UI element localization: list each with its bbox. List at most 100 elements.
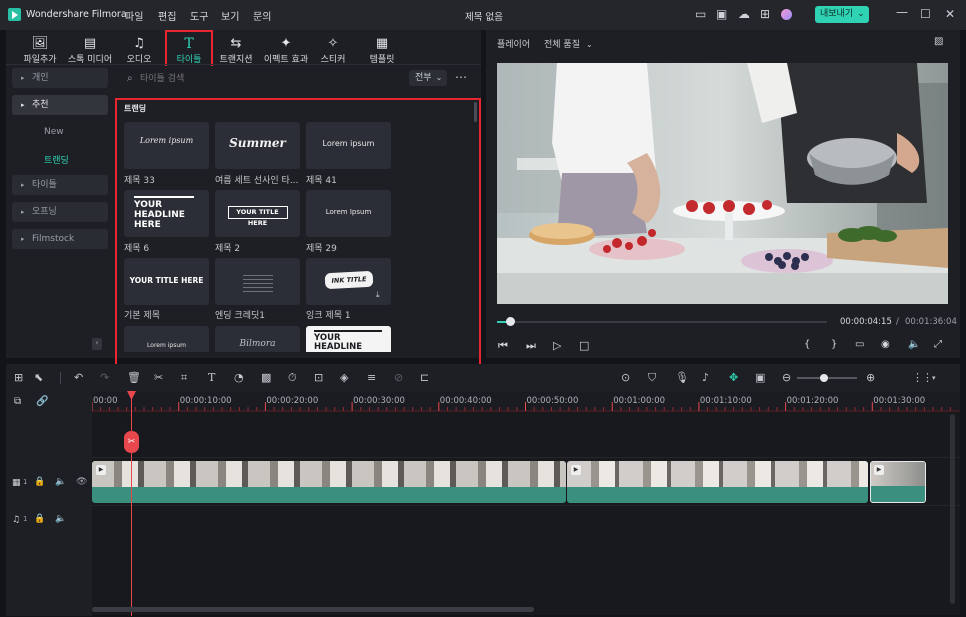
add-track-icon[interactable]: ⧉	[14, 396, 21, 407]
save-icon[interactable]: ▣	[716, 7, 727, 21]
text-icon[interactable]: T	[208, 371, 215, 384]
link-icon[interactable]: 🔗	[36, 396, 48, 407]
video-clip[interactable]: ▶	[567, 461, 868, 503]
adjust-icon[interactable]: ≡	[367, 371, 376, 384]
audio-mix-icon[interactable]: ♪	[702, 371, 709, 384]
mute-icon[interactable]: 🔈	[55, 477, 66, 487]
thumbnail-label: 제목 29	[306, 244, 337, 254]
eye-icon[interactable]: 👁	[76, 477, 87, 487]
multi-track-icon[interactable]: ⊞	[14, 371, 23, 384]
playback-progress-track[interactable]	[497, 321, 827, 323]
title-thumbnail[interactable]: Lorem Ipsum	[306, 190, 391, 237]
play-icon[interactable]: ▷	[553, 339, 561, 352]
display-icon[interactable]: ▭	[855, 339, 864, 350]
quality-dropdown[interactable]: 전체 품질 ⌄	[544, 37, 593, 50]
video-preview[interactable]	[497, 63, 948, 304]
title-thumbnail[interactable]: Lorem ipsum	[306, 122, 391, 169]
mark-out-icon[interactable]: }	[831, 339, 837, 350]
sidebar-item-opening[interactable]: 오프닝	[12, 202, 108, 222]
thumbnail-label: 여름 세트 선사인 타...	[215, 176, 299, 186]
video-clip-selected[interactable]: ▶	[870, 461, 926, 503]
cut-icon[interactable]: ✂	[154, 371, 163, 384]
sidebar-item-personal[interactable]: 개인	[12, 68, 108, 88]
title-thumbnail[interactable]: YOUR TITLE HERE	[124, 258, 209, 305]
title-thumbnail[interactable]: Lorem ipsum	[124, 122, 209, 169]
sidebar-item-new[interactable]: New	[44, 127, 64, 137]
menu-view[interactable]: 보기	[221, 8, 239, 23]
timer-icon[interactable]: ⏱	[288, 371, 297, 385]
video-track-number: 1	[23, 478, 28, 486]
menu-help[interactable]: 문의	[253, 8, 271, 23]
sidebar-item-trending[interactable]: 트랜딩	[44, 153, 69, 166]
next-frame-icon[interactable]: ⏭	[526, 339, 536, 353]
timeline-playhead[interactable]	[131, 392, 132, 616]
stop-icon[interactable]: □	[579, 339, 589, 352]
auto-icon[interactable]: ▣	[755, 371, 765, 384]
menu-edit[interactable]: 편집	[158, 8, 176, 23]
color-match-icon[interactable]: ▩	[261, 371, 271, 384]
speed-icon[interactable]: ◔	[234, 371, 244, 384]
zoom-slider-handle[interactable]	[820, 374, 828, 382]
layout-icon[interactable]: ▭	[695, 7, 706, 21]
lock-icon[interactable]: 🔒	[34, 477, 45, 487]
render-icon[interactable]: ⊙	[621, 371, 630, 384]
chevron-down-icon: ⌄	[435, 73, 443, 82]
delete-icon[interactable]: 🗑	[127, 371, 141, 384]
title-thumbnail[interactable]: YOUR HEADLINE	[306, 326, 391, 352]
grid-icon[interactable]: ⊞	[760, 7, 770, 21]
redo-icon[interactable]: ↷	[100, 371, 109, 384]
close-icon[interactable]: ✕	[945, 7, 955, 21]
avatar[interactable]	[781, 9, 792, 20]
fullscreen-icon[interactable]: ⤢	[934, 339, 942, 350]
audio-stretch-icon[interactable]: ⊏	[420, 371, 429, 384]
mark-in-icon[interactable]: {	[804, 339, 810, 350]
microphone-icon[interactable]: 🎙	[675, 371, 689, 384]
scrollbar[interactable]	[474, 102, 477, 122]
video-track-icon: ▦	[12, 478, 21, 488]
horizontal-scrollbar[interactable]	[92, 607, 534, 612]
export-button[interactable]: 내보내기 ⌄	[815, 6, 869, 23]
title-thumbnail[interactable]	[215, 258, 300, 305]
maximize-icon[interactable]: ☐	[920, 7, 931, 21]
previous-frame-icon[interactable]: ⏮	[498, 339, 508, 353]
search-input[interactable]	[140, 70, 390, 87]
title-thumbnail[interactable]: YOUR HEADLINE HERE	[124, 190, 209, 237]
undo-icon[interactable]: ↶	[74, 371, 83, 384]
shield-icon[interactable]: ⛉	[648, 371, 656, 385]
title-thumbnail[interactable]: INK TITLE ⤓	[306, 258, 391, 305]
stabilize-icon[interactable]: ⊘	[394, 371, 403, 384]
caret-down-icon[interactable]: ▾	[932, 374, 936, 382]
lock-icon[interactable]: 🔒	[34, 514, 45, 524]
mute-icon[interactable]: 🔈	[55, 514, 66, 524]
crop-icon[interactable]: ⌗	[181, 371, 187, 385]
menu-tools[interactable]: 도구	[190, 8, 208, 23]
collapse-sidebar-icon[interactable]: ‹	[92, 338, 102, 350]
download-icon[interactable]: ⤓	[376, 290, 380, 300]
snap-icon[interactable]: ✥	[729, 371, 738, 384]
zoom-out-icon[interactable]: ⊖	[782, 371, 791, 384]
zoom-in-icon[interactable]: ⊕	[866, 371, 875, 384]
cloud-icon[interactable]: ☁	[738, 7, 750, 21]
menu-file[interactable]: 파일	[125, 8, 143, 23]
sidebar-item-titles[interactable]: 타이틀	[12, 175, 108, 195]
minimize-icon[interactable]: —	[896, 5, 908, 19]
title-thumbnail[interactable]: Bilmora	[215, 326, 300, 352]
select-tool-icon[interactable]: ⬉	[34, 371, 43, 384]
title-thumbnail[interactable]: Summer	[215, 122, 300, 169]
timeline-tracks[interactable]	[92, 412, 960, 615]
sidebar-item-recommended[interactable]: 추천	[12, 95, 108, 115]
layout-grid-icon[interactable]: ⋮⋮	[912, 371, 933, 384]
split-scissors-icon[interactable]: ✂	[124, 431, 139, 453]
sidebar-item-filmstock[interactable]: Filmstock	[12, 229, 108, 249]
filter-dropdown[interactable]: 전부 ⌄	[409, 70, 447, 86]
mask-icon[interactable]: ◈	[340, 371, 348, 384]
more-options-icon[interactable]: ⋯	[455, 70, 467, 84]
title-thumbnail[interactable]: YOUR TITLE HERE	[215, 190, 300, 237]
volume-icon[interactable]: 🔈	[908, 339, 920, 350]
fit-icon[interactable]: ⊡	[314, 371, 323, 384]
video-clip[interactable]: ▶	[92, 461, 566, 503]
camera-icon[interactable]: ◉	[881, 339, 890, 350]
snapshot-image-icon[interactable]: ▨	[934, 36, 943, 47]
vertical-scrollbar[interactable]	[950, 414, 955, 604]
title-thumbnail[interactable]: Lorem ipsum	[124, 326, 209, 352]
